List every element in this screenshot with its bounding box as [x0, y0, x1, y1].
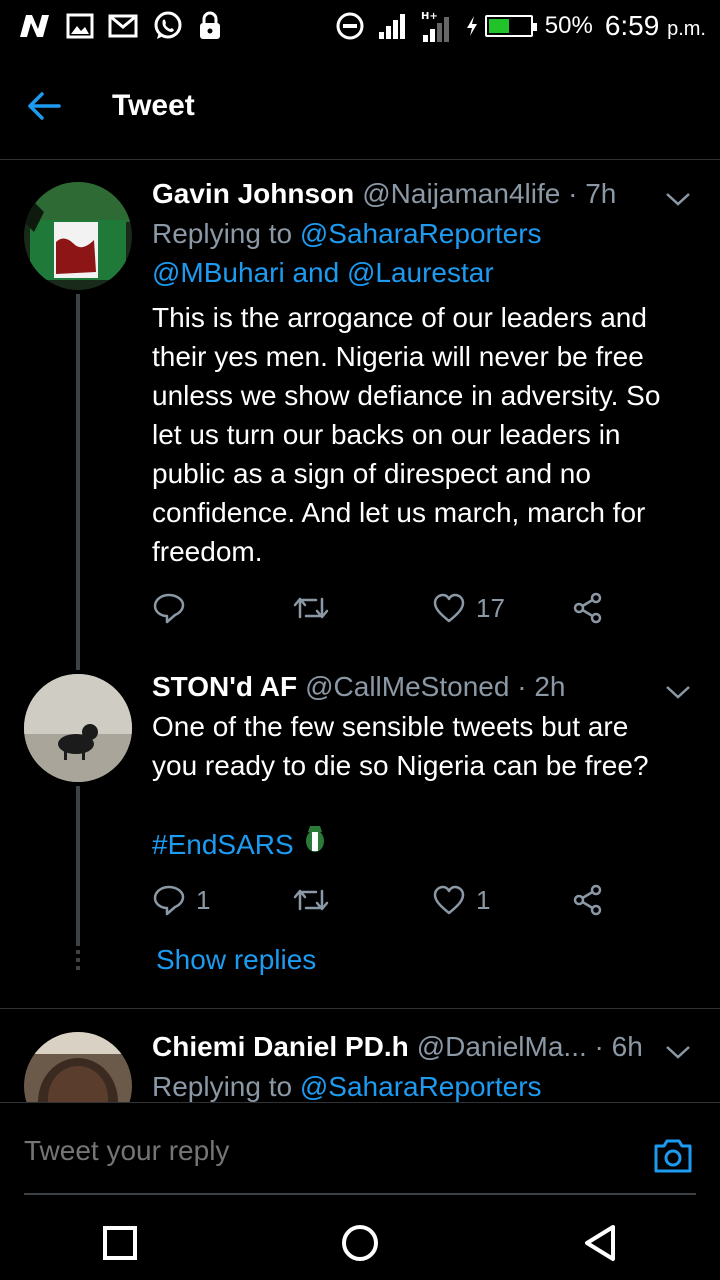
- page-title: Tweet: [112, 88, 195, 122]
- share-icon: [573, 884, 602, 916]
- reply-input[interactable]: [24, 1135, 604, 1167]
- tweet-content: Chiemi Daniel PD.h @DanielMa... · 6h Rep…: [152, 1027, 690, 1102]
- heart-icon: [433, 593, 465, 623]
- hashtag-row: #EndSARS: [152, 824, 680, 864]
- tweet-actions: 1 1: [152, 884, 632, 916]
- reply-count: 1: [196, 884, 211, 915]
- avatar[interactable]: [24, 674, 132, 782]
- battery-icon: [484, 15, 537, 37]
- reply-icon: [153, 593, 185, 624]
- circle-icon: [342, 1225, 378, 1261]
- separator: ·: [560, 178, 586, 209]
- signal-hplus-icon: H+: [419, 9, 453, 43]
- thread-line: [76, 294, 80, 670]
- recents-button[interactable]: [80, 1213, 160, 1273]
- do-not-disturb-icon: [335, 11, 365, 41]
- chevron-down-icon[interactable]: [664, 673, 692, 713]
- handle[interactable]: @CallMeStoned: [305, 667, 509, 707]
- tweet-header: STON'd AF @CallMeStoned · 2h: [152, 667, 690, 707]
- gmail-icon: [108, 14, 138, 38]
- signal-icon: [377, 12, 407, 40]
- triangle-back-icon: [585, 1225, 615, 1261]
- whatsapp-icon: [152, 10, 184, 42]
- tweet[interactable]: Chiemi Daniel PD.h @DanielMa... · 6h Rep…: [0, 1010, 720, 1102]
- back-arrow-icon: [28, 91, 61, 120]
- reply-button[interactable]: [152, 592, 292, 624]
- avatar[interactable]: [24, 182, 132, 290]
- replying-to: Replying to @SaharaReporters: [152, 1071, 542, 1102]
- home-button[interactable]: [320, 1213, 400, 1273]
- and-word: and: [292, 257, 340, 288]
- tweet-text: One of the few sensible tweets but are y…: [152, 711, 649, 781]
- separator: ·: [509, 671, 535, 702]
- square-icon: [103, 1226, 137, 1260]
- show-replies-link[interactable]: Show replies: [156, 944, 316, 976]
- thread-dot: [76, 966, 80, 970]
- timestamp[interactable]: 7h: [585, 174, 616, 214]
- display-name[interactable]: STON'd AF: [152, 667, 297, 707]
- charging-icon: [466, 16, 477, 36]
- back-nav-button[interactable]: [560, 1213, 640, 1273]
- display-name[interactable]: Gavin Johnson: [152, 174, 354, 214]
- tweet[interactable]: STON'd AF @CallMeStoned · 2h One of the …: [0, 660, 720, 1006]
- timestamp[interactable]: 2h: [534, 667, 565, 707]
- input-underline: [24, 1193, 696, 1195]
- timestamp[interactable]: 6h: [612, 1027, 643, 1067]
- share-button[interactable]: [572, 592, 604, 624]
- replying-to: Replying to @SaharaReporters @MBuhari an…: [152, 218, 542, 288]
- handle[interactable]: @DanielMa...: [417, 1027, 587, 1067]
- endsars-emoji-icon: [304, 824, 326, 864]
- system-nav-bar: [0, 1206, 720, 1280]
- mention-link[interactable]: @SaharaReporters: [300, 218, 542, 249]
- tweet-header: Gavin Johnson @Naijaman4life · 7h: [152, 174, 690, 214]
- thread-dot: [76, 958, 80, 962]
- chevron-down-icon[interactable]: [664, 1033, 692, 1073]
- like-button[interactable]: 17: [432, 593, 572, 624]
- camera-button[interactable]: [652, 1137, 694, 1180]
- clock: 6:59 p.m.: [604, 10, 706, 41]
- mention-link[interactable]: @Laurestar: [347, 257, 494, 288]
- avatar[interactable]: [24, 1032, 132, 1102]
- mention-link[interactable]: @MBuhari: [152, 257, 285, 288]
- retweet-icon: [293, 889, 329, 911]
- like-count: 1: [476, 884, 491, 915]
- reply-icon: [153, 885, 185, 916]
- share-icon: [573, 592, 602, 624]
- lock-icon: [198, 11, 222, 41]
- mention-link[interactable]: @SaharaReporters: [300, 1071, 542, 1102]
- app-header: Tweet: [0, 52, 720, 160]
- like-count: 17: [476, 592, 505, 623]
- heart-icon: [433, 885, 465, 915]
- tweet-text: This is the arrogance of our leaders and…: [152, 302, 661, 567]
- camera-icon: [654, 1139, 692, 1173]
- status-bar: H+ 50% 6:59 p.m.: [0, 0, 720, 52]
- svg-text:H+: H+: [421, 11, 438, 22]
- thread-line: [76, 786, 80, 946]
- hashtag-link[interactable]: #EndSARS: [152, 825, 294, 864]
- thread-dot: [76, 950, 80, 954]
- reply-button[interactable]: 1: [152, 884, 292, 916]
- tweet-content: STON'd AF @CallMeStoned · 2h One of the …: [152, 667, 690, 864]
- retweet-icon: [293, 597, 329, 619]
- network-n-icon: [18, 13, 52, 39]
- handle[interactable]: @Naijaman4life: [362, 174, 560, 214]
- separator: ·: [586, 1031, 612, 1062]
- like-button[interactable]: 1: [432, 885, 572, 916]
- share-button[interactable]: [572, 884, 604, 916]
- divider: [0, 1008, 720, 1009]
- display-name[interactable]: Chiemi Daniel PD.h: [152, 1027, 409, 1067]
- retweet-button[interactable]: [292, 593, 432, 623]
- tweet-content: Gavin Johnson @Naijaman4life · 7h Replyi…: [152, 174, 690, 571]
- gallery-icon: [66, 13, 94, 39]
- back-button[interactable]: [0, 52, 112, 160]
- reply-composer: [0, 1102, 720, 1206]
- battery-group: [465, 15, 537, 37]
- battery-percent: 50%: [544, 12, 593, 39]
- tweet[interactable]: Gavin Johnson @Naijaman4life · 7h Replyi…: [0, 160, 720, 670]
- tweet-header: Chiemi Daniel PD.h @DanielMa... · 6h: [152, 1027, 690, 1067]
- chevron-down-icon[interactable]: [664, 180, 692, 220]
- retweet-button[interactable]: [292, 885, 432, 915]
- tweet-actions: 17: [152, 592, 632, 624]
